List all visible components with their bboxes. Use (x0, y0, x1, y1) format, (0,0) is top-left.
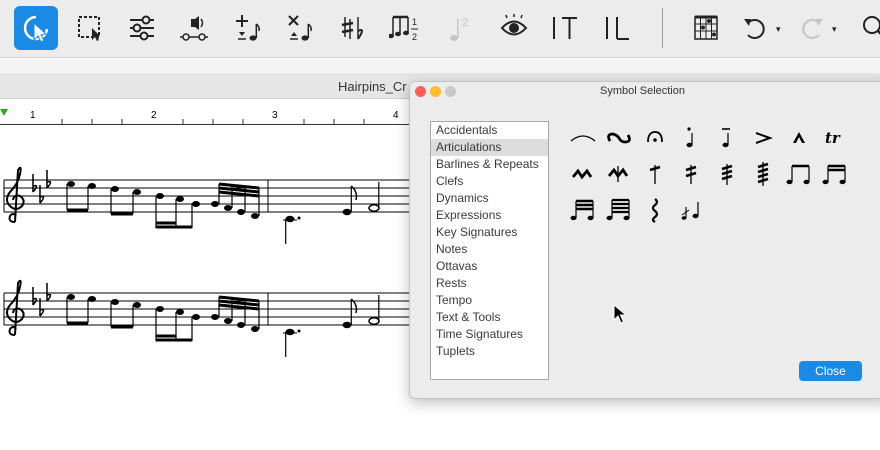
main-toolbar: 1 2 2 ▾ ▾ (0, 0, 880, 58)
category-item[interactable]: Accidentals (431, 122, 548, 139)
close-button[interactable]: Close (799, 361, 862, 381)
tremolo-four-strokes-symbol-icon[interactable] (745, 156, 781, 192)
grace-notes-symbol-icon[interactable] (673, 192, 709, 228)
category-item[interactable]: Time Signatures (431, 326, 548, 343)
category-item[interactable]: Barlines & Repeats (431, 156, 548, 173)
mixer-button[interactable] (120, 6, 164, 50)
category-item[interactable]: Notes (431, 241, 548, 258)
category-item[interactable]: Tuplets (431, 343, 548, 360)
category-item[interactable]: Ottavas (431, 258, 548, 275)
add-note-icon (236, 15, 260, 41)
category-item[interactable]: Dynamics (431, 190, 548, 207)
category-item[interactable]: Text & Tools (431, 309, 548, 326)
mordent-symbol-icon[interactable] (565, 156, 601, 192)
redo-button[interactable] (790, 6, 834, 50)
voice-2-button[interactable]: 2 (437, 6, 481, 50)
beamed-32nd-notes-symbol-icon[interactable] (565, 192, 601, 228)
svg-text:1: 1 (412, 17, 417, 27)
marcato-symbol-icon[interactable] (781, 120, 817, 156)
close-window-icon[interactable] (415, 86, 426, 97)
accidentals-icon (341, 17, 363, 40)
category-list[interactable]: Accidentals Articulations Barlines & Rep… (430, 121, 549, 380)
document-margin (0, 59, 880, 73)
tenuto-note-symbol-icon[interactable] (709, 120, 745, 156)
zoom-button[interactable] (852, 6, 880, 50)
symbol-grid: tr (565, 120, 865, 240)
beamed-eighth-notes-symbol-icon[interactable] (781, 156, 817, 192)
lyrics-tool-icon (606, 17, 629, 40)
redo-icon (802, 19, 823, 39)
measure-ruler: 1 2 3 4 (0, 109, 420, 125)
inverted-mordent-symbol-icon[interactable] (601, 156, 637, 192)
beamed-sixteenth-notes-symbol-icon[interactable] (817, 156, 853, 192)
toolbar-separator (662, 8, 663, 48)
speaker-playback-icon (180, 16, 208, 41)
text-tool-icon (553, 17, 577, 39)
arpeggio-symbol-icon[interactable] (637, 192, 673, 228)
redo-dropdown-caret-icon[interactable]: ▾ (832, 24, 837, 35)
select-tool-button[interactable] (14, 6, 58, 50)
tremolo-two-strokes-symbol-icon[interactable] (673, 156, 709, 192)
staccato-note-symbol-icon[interactable] (673, 120, 709, 156)
category-item[interactable]: Clefs (431, 173, 548, 190)
ruler-ticks (61, 119, 365, 125)
view-eye-icon (500, 14, 528, 36)
playback-button[interactable] (172, 6, 216, 50)
tremolo-one-stroke-symbol-icon[interactable] (637, 156, 673, 192)
chord-grid-button[interactable] (684, 6, 728, 50)
delete-note-button[interactable] (277, 6, 321, 50)
add-note-button[interactable] (225, 6, 269, 50)
svg-text:tr: tr (825, 129, 841, 147)
staff-system-1[interactable] (2, 166, 420, 246)
tuplets-button[interactable]: 1 2 (384, 6, 428, 50)
dialog-title: Symbol Selection (600, 85, 685, 97)
minimize-window-icon[interactable] (430, 86, 441, 97)
view-button[interactable] (492, 6, 536, 50)
accent-symbol-icon[interactable] (745, 120, 781, 156)
select-tool-icon (23, 15, 49, 43)
svg-text:2: 2 (412, 32, 417, 42)
lyrics-tool-button[interactable] (596, 6, 640, 50)
zoom-window-icon[interactable] (445, 86, 456, 97)
app-window: 1 2 2 ▾ ▾ Hairpins_Cr 1 2 3 4 Symbol Sel… (0, 0, 880, 450)
marquee-select-icon (78, 16, 100, 41)
trill-symbol-icon[interactable]: tr (817, 120, 853, 156)
undo-button[interactable] (733, 6, 777, 50)
text-tool-button[interactable] (543, 6, 587, 50)
undo-dropdown-caret-icon[interactable]: ▾ (776, 24, 781, 35)
score-canvas[interactable] (0, 130, 420, 380)
tuplets-icon: 1 2 (389, 15, 418, 42)
chord-grid-icon (694, 15, 718, 40)
category-item[interactable]: Key Signatures (431, 224, 548, 241)
voice-2-icon: 2 (450, 17, 468, 41)
fermata-symbol-icon[interactable] (637, 120, 673, 156)
marquee-select-button[interactable] (68, 6, 112, 50)
category-item[interactable]: Expressions (431, 207, 548, 224)
slur-symbol-icon[interactable] (565, 120, 601, 156)
staff-system-2[interactable] (2, 279, 420, 359)
zoom-icon (863, 16, 880, 35)
undo-icon (744, 19, 765, 39)
dialog-titlebar[interactable]: Symbol Selection (410, 82, 880, 102)
svg-text:2: 2 (462, 17, 468, 29)
delete-note-icon (288, 15, 312, 41)
category-item-selected[interactable]: Articulations (431, 139, 548, 156)
symbol-selection-dialog: Symbol Selection Accidentals Articulatio… (409, 81, 880, 399)
document-title: Hairpins_Cr (338, 79, 407, 94)
category-item[interactable]: Rests (431, 275, 548, 292)
mixer-sliders-icon (130, 15, 154, 41)
accidentals-button[interactable] (332, 6, 376, 50)
mouse-pointer-icon (613, 304, 627, 324)
category-item[interactable]: Tempo (431, 292, 548, 309)
beamed-64th-notes-symbol-icon[interactable] (601, 192, 637, 228)
turn-symbol-icon[interactable] (601, 120, 637, 156)
tremolo-three-strokes-symbol-icon[interactable] (709, 156, 745, 192)
